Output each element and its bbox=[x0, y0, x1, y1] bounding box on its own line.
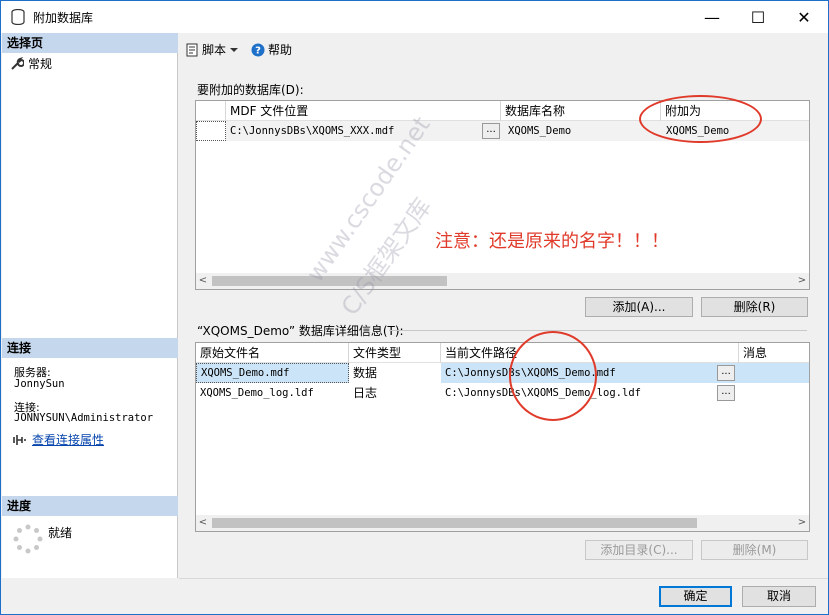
help-icon: ? bbox=[251, 43, 265, 56]
view-connection-properties[interactable]: 查看连接属性 bbox=[12, 431, 104, 448]
browse-path-button[interactable]: ... bbox=[717, 365, 735, 381]
wrench-icon bbox=[11, 56, 24, 70]
progress-status: 就绪 bbox=[48, 526, 73, 540]
column-header-file-type[interactable]: 文件类型 bbox=[349, 343, 441, 363]
minimize-button[interactable]: — bbox=[689, 1, 735, 33]
section-divider bbox=[389, 330, 807, 331]
progress-header: 进度 bbox=[2, 496, 178, 516]
select-page-header: 选择页 bbox=[2, 33, 178, 53]
add-database-button[interactable]: 添加(A)... bbox=[585, 297, 693, 317]
svg-text:?: ? bbox=[255, 45, 261, 56]
row-header-cell bbox=[196, 101, 226, 121]
details-grid-header: 原始文件名 文件类型 当前文件路径 消息 bbox=[196, 343, 809, 363]
remove-database-button[interactable]: 删除(R) bbox=[701, 297, 808, 317]
file-type-cell[interactable]: 数据 bbox=[349, 363, 441, 383]
close-button[interactable]: ✕ bbox=[781, 1, 827, 33]
connection-properties-icon bbox=[13, 434, 26, 445]
table-row[interactable]: XQOMS_Demo.mdf 数据 C:\JonnysDBs\XQOMS_Dem… bbox=[196, 363, 809, 383]
script-button[interactable]: 脚本 bbox=[185, 41, 239, 58]
column-header-mdf[interactable]: MDF 文件位置 bbox=[226, 101, 501, 121]
help-label: 帮助 bbox=[268, 43, 293, 57]
cancel-button[interactable]: 取消 bbox=[742, 586, 816, 607]
message-cell bbox=[739, 383, 809, 403]
column-header-original-file[interactable]: 原始文件名 bbox=[196, 343, 349, 363]
page-item-general[interactable]: 常规 bbox=[10, 55, 52, 72]
mdf-path-cell[interactable]: C:\JonnysDBs\XQOMS_XXX.mdf bbox=[226, 121, 476, 141]
browse-mdf-button[interactable]: ... bbox=[482, 123, 500, 139]
left-pane: 选择页 常规 连接 服务器: JonnySun 连接: JONNYSUN\Adm… bbox=[2, 33, 178, 578]
scroll-right-icon[interactable]: > bbox=[795, 273, 809, 289]
message-cell bbox=[739, 363, 809, 383]
help-button[interactable]: ? 帮助 bbox=[251, 41, 292, 58]
chevron-down-icon[interactable] bbox=[229, 46, 239, 54]
toolbar: 脚本 ? 帮助 bbox=[185, 41, 292, 58]
column-header-message[interactable]: 消息 bbox=[739, 343, 809, 363]
scroll-right-icon[interactable]: > bbox=[795, 515, 809, 531]
scroll-left-icon[interactable]: < bbox=[196, 515, 210, 531]
add-catalog-button[interactable]: 添加目录(C)... bbox=[585, 540, 693, 560]
attach-database-dialog: 附加数据库 — ☐ ✕ 选择页 常规 连接 服务器: JonnySun 连接: … bbox=[0, 0, 829, 615]
scrollbar-thumb[interactable] bbox=[212, 518, 697, 528]
maximize-button[interactable]: ☐ bbox=[735, 1, 781, 33]
footer-divider bbox=[179, 578, 828, 579]
db-name-cell[interactable]: XQOMS_Demo bbox=[504, 121, 654, 141]
annotation-circle bbox=[509, 331, 597, 421]
attach-databases-label: 要附加的数据库(D): bbox=[197, 83, 304, 97]
table-row[interactable]: XQOMS_Demo_log.ldf 日志 C:\JonnysDBs\XQOMS… bbox=[196, 383, 809, 403]
database-details-label: “XQOMS_Demo” 数据库详细信息(T): bbox=[197, 324, 404, 338]
page-item-label: 常规 bbox=[28, 57, 53, 71]
view-connection-link[interactable]: 查看连接属性 bbox=[32, 431, 104, 448]
annotation-note: 注意：还是原来的名字！！！ bbox=[435, 231, 669, 252]
progress-spinner-icon bbox=[13, 524, 43, 554]
connection-header: 连接 bbox=[2, 338, 178, 358]
row-selector[interactable] bbox=[196, 121, 226, 141]
ok-button[interactable]: 确定 bbox=[659, 586, 732, 607]
scroll-left-icon[interactable]: < bbox=[196, 273, 210, 289]
database-icon bbox=[11, 9, 25, 25]
database-details-grid[interactable]: 原始文件名 文件类型 当前文件路径 消息 XQOMS_Demo.mdf 数据 C… bbox=[195, 342, 810, 532]
remove-file-button[interactable]: 删除(M) bbox=[701, 540, 808, 560]
horizontal-scrollbar[interactable]: < > bbox=[196, 273, 809, 289]
title-bar: 附加数据库 — ☐ ✕ bbox=[1, 1, 828, 33]
browse-path-button[interactable]: ... bbox=[717, 385, 735, 401]
file-name-cell[interactable]: XQOMS_Demo_log.ldf bbox=[196, 383, 349, 403]
annotation-circle bbox=[639, 95, 762, 143]
horizontal-scrollbar[interactable]: < > bbox=[196, 515, 809, 531]
script-icon bbox=[186, 43, 198, 56]
column-header-db-name[interactable]: 数据库名称 bbox=[501, 101, 661, 121]
script-label: 脚本 bbox=[202, 43, 227, 57]
file-name-cell[interactable]: XQOMS_Demo.mdf bbox=[196, 363, 349, 383]
server-value: JonnySun bbox=[14, 378, 65, 390]
file-type-cell[interactable]: 日志 bbox=[349, 383, 441, 403]
connection-value: JONNYSUN\Administrator bbox=[14, 412, 154, 424]
window-title: 附加数据库 bbox=[33, 11, 94, 25]
